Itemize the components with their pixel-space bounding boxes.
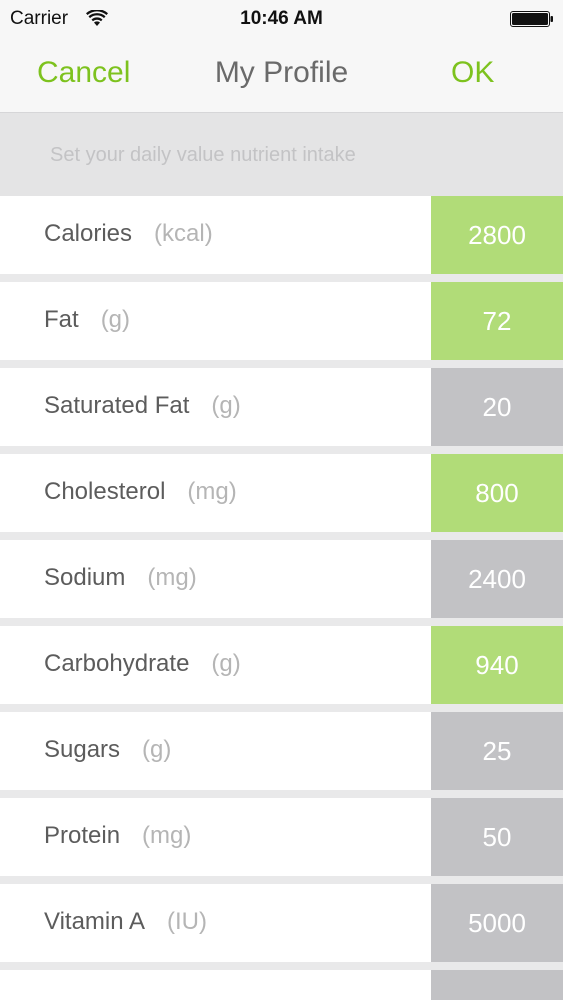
instruction-text: Set your daily value nutrient intake [50,144,356,166]
nutrient-row-saturated-fat[interactable]: Saturated Fat (g) 20 [0,368,563,446]
nutrient-unit: (kcal) [154,220,213,247]
nutrient-row-protein[interactable]: Protein (mg) 50 [0,798,563,876]
nutrient-unit: (mg) [147,564,197,591]
nutrient-name: Carbohydrate [44,650,190,677]
status-bar: Carrier 10:46 AM [0,0,563,40]
instruction-banner: Set your daily value nutrient intake [0,113,563,196]
nutrient-name: Vitamin A [44,908,145,935]
nutrient-label: Sugars (g) [44,736,171,764]
nutrient-label: Calories (kcal) [44,220,213,248]
nutrient-row-partial[interactable] [0,970,563,1000]
nutrient-row-carbohydrate[interactable]: Carbohydrate (g) 940 [0,626,563,704]
nutrient-row-cholesterol[interactable]: Cholesterol (mg) 800 [0,454,563,532]
nutrient-list: Calories (kcal) 2800 Fat (g) 72 Saturated … [0,196,563,1000]
nutrient-label: Saturated Fat (g) [44,392,241,420]
nutrient-label: Sodium (mg) [44,564,197,592]
nutrient-unit: (g) [211,650,241,677]
nutrient-unit: (g) [142,736,172,763]
nutrient-value-field[interactable]: 25 [431,712,563,790]
nutrient-name: Calories [44,220,133,247]
navigation-bar: Cancel My Profile OK [0,40,563,113]
nutrient-row-sugars[interactable]: Sugars (g) 25 [0,712,563,790]
nutrient-row-fat[interactable]: Fat (g) 72 [0,282,563,360]
nutrient-name: Sugars [44,736,121,763]
nutrient-unit: (g) [100,306,131,333]
nutrient-name: Cholesterol [44,478,166,505]
nutrient-label: Vitamin A (IU) [44,908,207,936]
nutrient-unit: (g) [211,392,241,419]
nutrient-value-field[interactable] [431,970,563,1000]
nutrient-name: Protein [44,822,121,849]
nutrient-unit: (mg) [142,822,192,849]
nutrient-name: Sodium [44,564,126,591]
nutrient-unit: (IU) [166,908,207,935]
nutrient-value-field[interactable]: 5000 [431,884,563,962]
nutrient-label: Carbohydrate (g) [44,650,241,678]
nutrient-label: Fat (g) [44,306,130,334]
battery-full-icon [510,11,553,27]
nutrient-value-field[interactable]: 800 [431,454,563,532]
nutrient-value-field[interactable]: 72 [431,282,563,360]
nutrient-row-vitamin-a[interactable]: Vitamin A (IU) 5000 [0,884,563,962]
nutrient-value-field[interactable]: 940 [431,626,563,704]
status-time: 10:46 AM [240,8,323,29]
nutrient-value-field[interactable]: 50 [431,798,563,876]
nutrient-label: Cholesterol (mg) [44,478,237,506]
nutrient-row-calories[interactable]: Calories (kcal) 2800 [0,196,563,274]
ok-button[interactable]: OK [451,56,494,90]
nutrient-label: Protein (mg) [44,822,191,850]
nutrient-value-field[interactable]: 2800 [431,196,563,274]
nutrient-name: Fat [44,306,79,333]
nutrient-name: Saturated Fat [44,392,190,419]
nutrient-unit: (mg) [187,478,237,505]
nutrient-value-field[interactable]: 2400 [431,540,563,618]
nutrient-value-field[interactable]: 20 [431,368,563,446]
nutrient-row-sodium[interactable]: Sodium (mg) 2400 [0,540,563,618]
